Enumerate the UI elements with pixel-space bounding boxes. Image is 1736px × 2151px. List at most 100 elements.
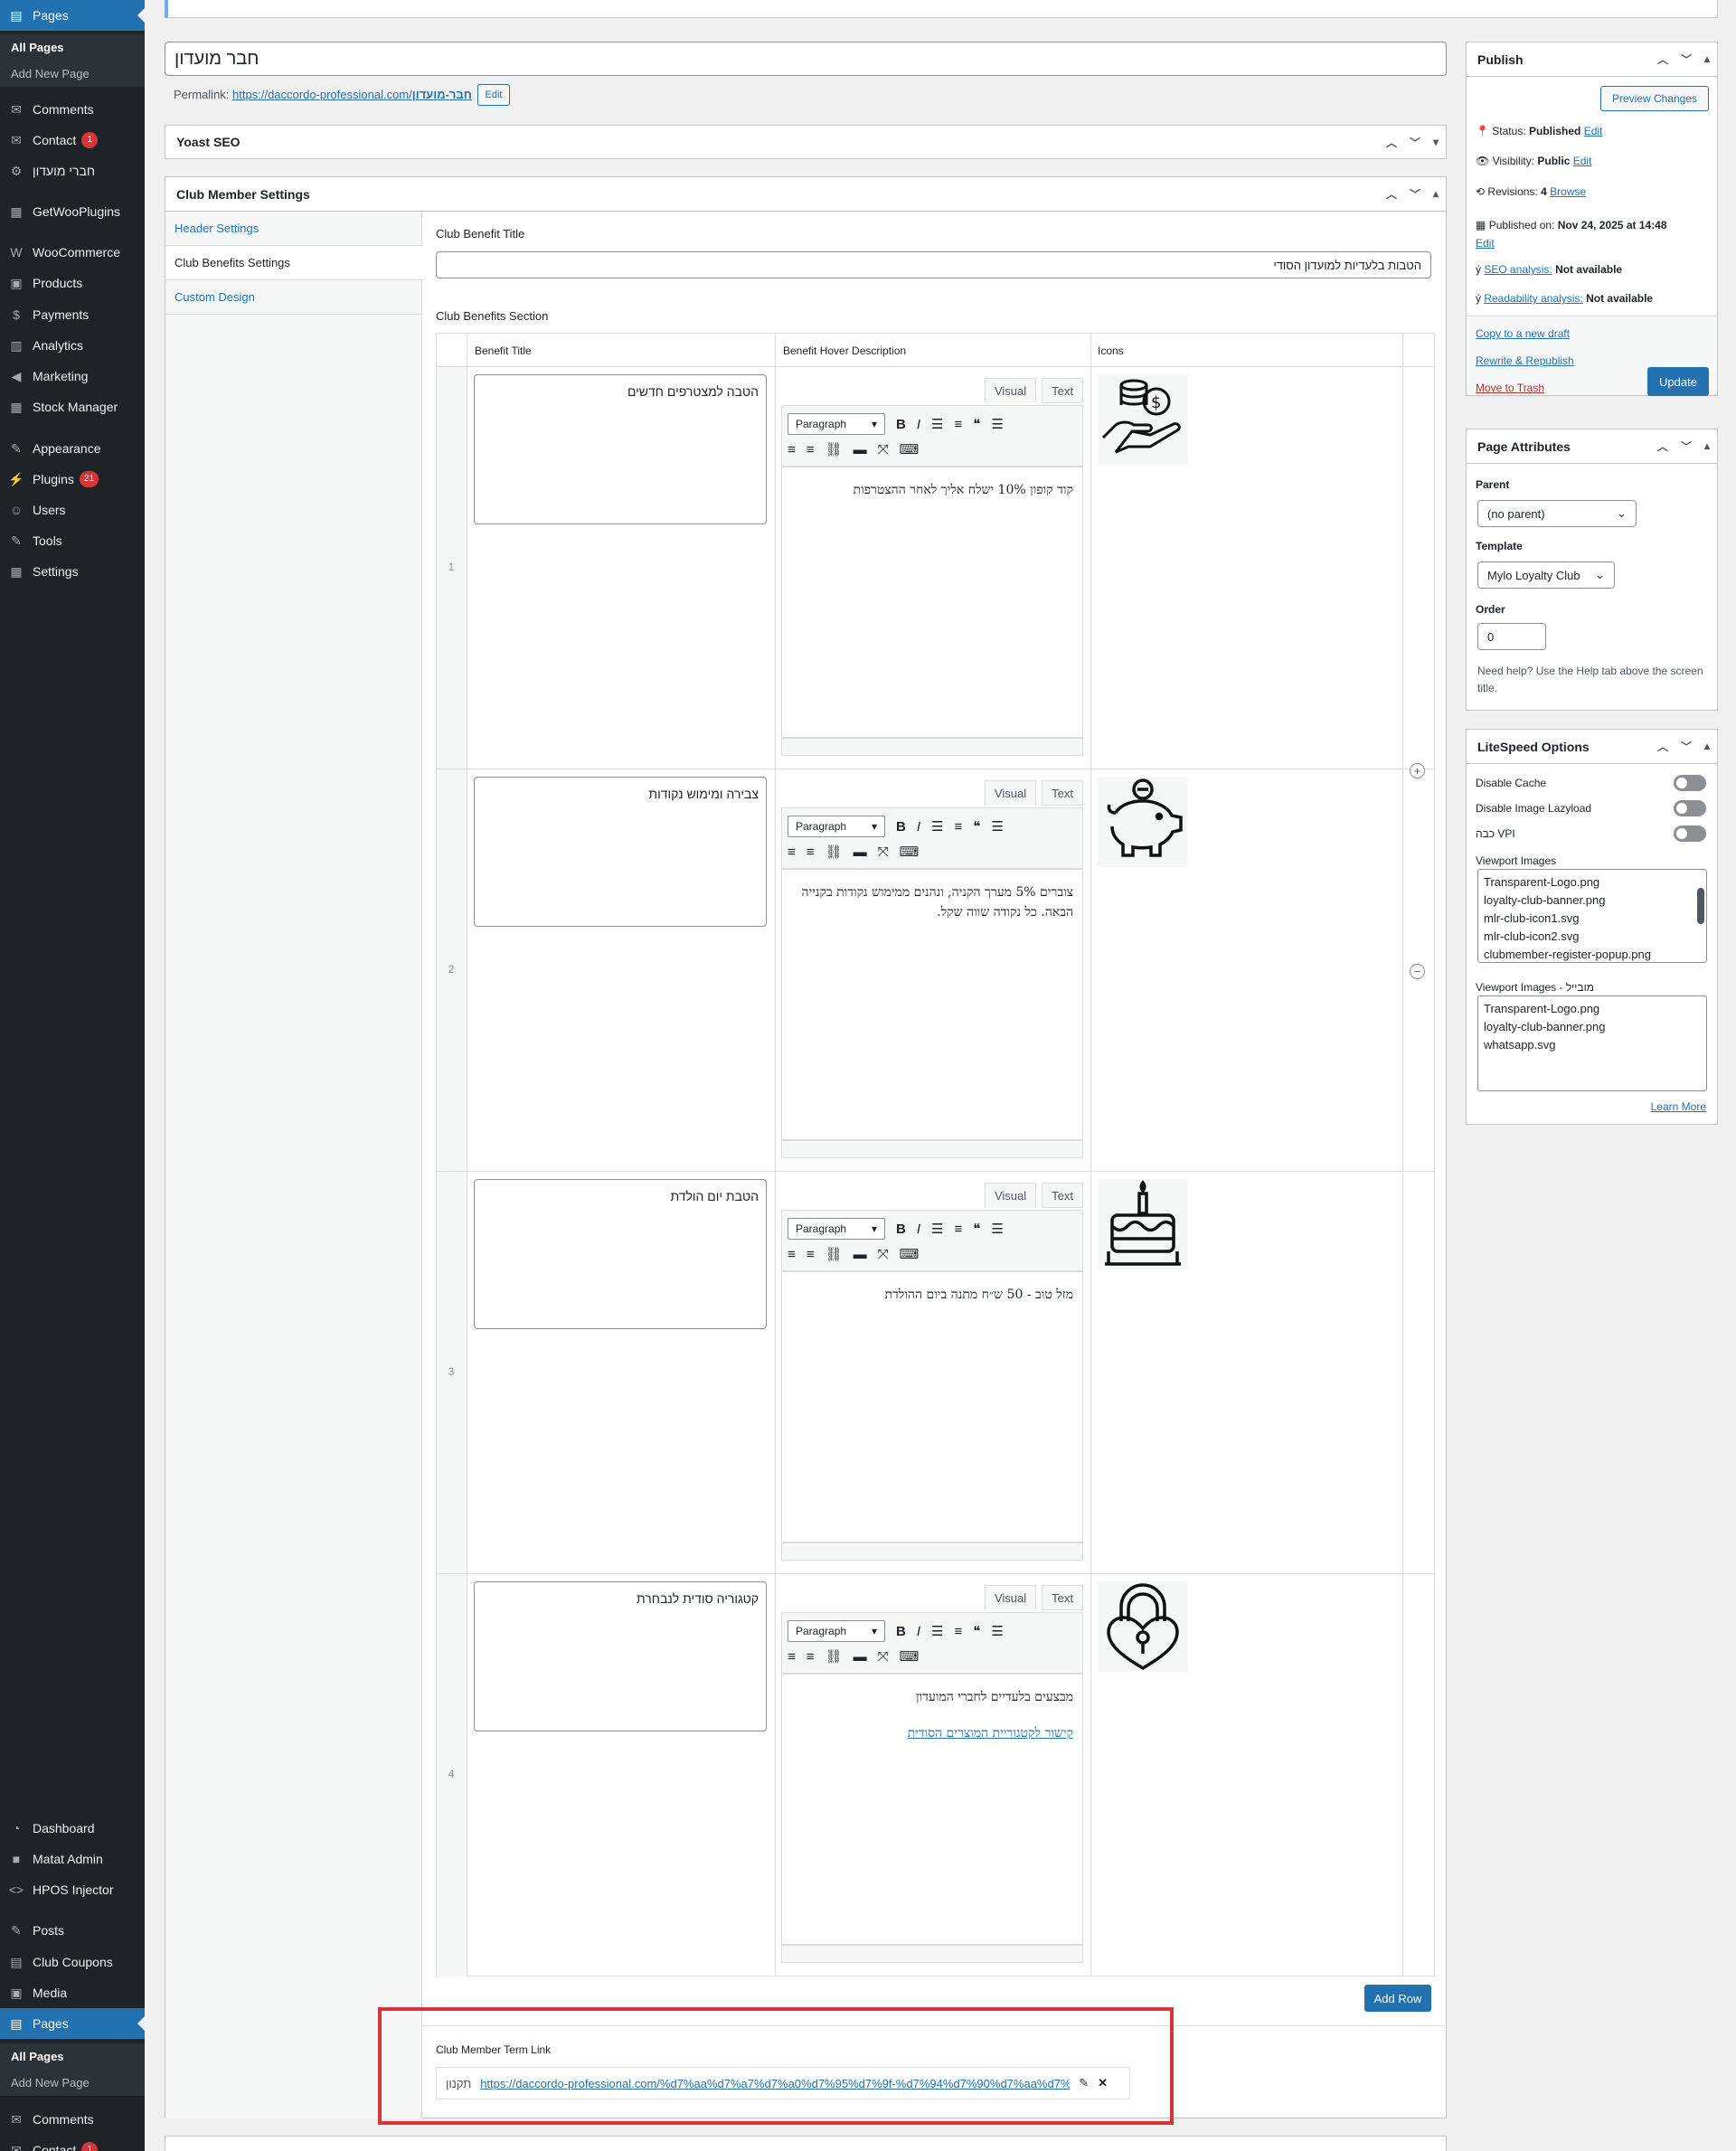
quote-icon[interactable]: ❝ xyxy=(973,818,980,835)
fullscreen-icon[interactable]: ⤧ xyxy=(878,844,889,860)
bullet-list-icon[interactable]: ☰ xyxy=(931,1221,943,1237)
move-up-icon[interactable]: ︿ xyxy=(1386,186,1397,202)
tab-header-settings[interactable]: Header Settings xyxy=(165,212,421,246)
move-down-icon[interactable]: ﹀ xyxy=(1410,135,1420,150)
birthday-cake-icon[interactable] xyxy=(1098,1179,1188,1269)
move-down-icon[interactable]: ﹀ xyxy=(1410,186,1420,202)
remove-row-icon[interactable]: − xyxy=(1410,964,1425,979)
read-more-icon[interactable]: ▬ xyxy=(854,1247,867,1262)
menu-hpos-injector[interactable]: <> HPOS Injector xyxy=(0,1874,145,1905)
menu-comments-bottom[interactable]: ✉ Comments xyxy=(0,2104,145,2135)
numbered-list-icon[interactable]: ≡ xyxy=(954,819,962,835)
bold-icon[interactable]: B xyxy=(896,417,906,432)
align-left-icon[interactable]: ☰ xyxy=(991,416,1003,432)
keyboard-icon[interactable]: ⌨ xyxy=(900,844,920,860)
fullscreen-icon[interactable]: ⤧ xyxy=(878,442,889,458)
benefit-title-textarea[interactable]: צבירה ומימוש נקודות xyxy=(474,777,767,927)
bold-icon[interactable]: B xyxy=(896,1222,906,1237)
text-tab[interactable]: Text xyxy=(1042,378,1083,403)
heart-lock-icon[interactable] xyxy=(1098,1581,1188,1672)
format-select[interactable]: Paragraph ▾ xyxy=(788,413,885,435)
move-to-trash-link[interactable]: Move to Trash xyxy=(1476,382,1544,394)
visual-tab[interactable]: Visual xyxy=(984,1183,1037,1208)
link-icon[interactable]: ⛓ xyxy=(826,1246,843,1262)
bold-icon[interactable]: B xyxy=(896,1624,906,1639)
visual-tab[interactable]: Visual xyxy=(984,780,1037,806)
move-down-icon[interactable]: ﹀ xyxy=(1681,52,1692,67)
menu-club-members[interactable]: ⚙ חברי מועדון xyxy=(0,156,145,186)
align-right-icon[interactable]: ≡ xyxy=(807,1649,815,1665)
menu-matat-admin[interactable]: ■ Matat Admin xyxy=(0,1844,145,1874)
benefit-title-textarea[interactable]: הטבת יום הולדת xyxy=(474,1179,767,1329)
numbered-list-icon[interactable]: ≡ xyxy=(954,1624,962,1639)
text-tab[interactable]: Text xyxy=(1042,1585,1083,1610)
link-icon[interactable]: ⛓ xyxy=(826,1648,843,1665)
align-left-icon[interactable]: ☰ xyxy=(991,1623,1003,1639)
submenu-add-new-page[interactable]: Add New Page xyxy=(0,2070,145,2096)
menu-getwooplugins[interactable]: ▦ GetWooPlugins xyxy=(0,196,145,227)
toggle-icon[interactable]: ▴ xyxy=(1433,187,1439,200)
align-center-icon[interactable]: ≡ xyxy=(788,1247,796,1262)
copy-draft-link[interactable]: Copy to a new draft xyxy=(1476,327,1570,340)
menu-contact[interactable]: ✉ Contact 1 xyxy=(0,125,145,156)
club-benefit-title-input[interactable]: הטבות בלעדיות למועדון הסודי xyxy=(436,251,1431,278)
move-up-icon[interactable]: ︿ xyxy=(1657,739,1668,754)
toggle-icon[interactable]: ▴ xyxy=(1704,740,1710,752)
menu-appearance[interactable]: ✎ Appearance xyxy=(0,433,145,464)
format-select[interactable]: Paragraph ▾ xyxy=(788,1620,885,1642)
align-center-icon[interactable]: ≡ xyxy=(788,442,796,458)
submenu-add-new-page[interactable]: Add New Page xyxy=(0,61,145,87)
align-right-icon[interactable]: ≡ xyxy=(807,1247,815,1262)
menu-contact-bottom[interactable]: ✉ Contact 1 xyxy=(0,2135,145,2151)
read-more-icon[interactable]: ▬ xyxy=(854,844,867,860)
browse-revisions-link[interactable]: Browse xyxy=(1550,185,1586,198)
visual-tab[interactable]: Visual xyxy=(984,1585,1037,1610)
link-icon[interactable]: ⛓ xyxy=(826,844,843,860)
learn-more-link[interactable]: Learn More xyxy=(1651,1100,1706,1113)
text-tab[interactable]: Text xyxy=(1042,780,1083,806)
menu-payments[interactable]: $ Payments xyxy=(0,299,145,330)
post-title-input[interactable]: חבר מועדון xyxy=(165,42,1447,76)
hand-coins-icon[interactable]: $ xyxy=(1098,374,1188,465)
secret-category-link[interactable]: קישור לקטגוריית המוצרים הסודית xyxy=(791,1723,1073,1743)
vpi-toggle[interactable] xyxy=(1674,825,1706,842)
menu-club-coupons[interactable]: ▤ Club Coupons xyxy=(0,1947,145,1977)
benefit-title-textarea[interactable]: הטבה למצטרפים חדשים xyxy=(474,374,767,524)
permalink-link[interactable]: https://daccordo-professional.com/חבר-מו… xyxy=(232,88,472,101)
fullscreen-icon[interactable]: ⤧ xyxy=(878,1649,889,1665)
align-right-icon[interactable]: ≡ xyxy=(807,844,815,860)
move-down-icon[interactable]: ﹀ xyxy=(1681,739,1692,754)
italic-icon[interactable]: I xyxy=(917,417,920,432)
format-select[interactable]: Paragraph ▾ xyxy=(788,1218,885,1240)
editor-body[interactable]: קוד קופון 10% ישלח אליך לאחר ההצטרפות xyxy=(781,467,1083,738)
submenu-all-pages[interactable]: All Pages xyxy=(0,2043,145,2070)
align-left-icon[interactable]: ☰ xyxy=(991,818,1003,835)
menu-pages-bottom[interactable]: ▤ Pages xyxy=(0,2008,145,2039)
menu-marketing[interactable]: ◀ Marketing xyxy=(0,361,145,392)
toggle-icon[interactable]: ▴ xyxy=(1704,52,1710,65)
numbered-list-icon[interactable]: ≡ xyxy=(954,417,962,432)
viewport-mobile-textarea[interactable]: Transparent-Logo.png loyalty-club-banner… xyxy=(1477,995,1707,1091)
rewrite-republish-link[interactable]: Rewrite & Republish xyxy=(1476,354,1574,367)
quote-icon[interactable]: ❝ xyxy=(973,416,980,432)
bullet-list-icon[interactable]: ☰ xyxy=(931,416,943,432)
toggle-icon[interactable]: ▴ xyxy=(1704,439,1710,452)
menu-plugins[interactable]: ⚡ Plugins 21 xyxy=(0,464,145,495)
menu-media[interactable]: ▣ Media xyxy=(0,1977,145,2008)
published-edit-link[interactable]: Edit xyxy=(1476,237,1495,250)
permalink-edit-button[interactable]: Edit xyxy=(477,84,510,106)
keyboard-icon[interactable]: ⌨ xyxy=(900,1246,920,1262)
menu-products[interactable]: ▣ Products xyxy=(0,268,145,298)
submenu-all-pages[interactable]: All Pages xyxy=(0,34,145,61)
order-input[interactable]: 0 xyxy=(1477,623,1546,650)
template-select[interactable]: Mylo Loyalty Club ⌄ xyxy=(1477,561,1615,589)
read-more-icon[interactable]: ▬ xyxy=(854,442,867,458)
move-up-icon[interactable]: ︿ xyxy=(1657,52,1668,67)
move-up-icon[interactable]: ︿ xyxy=(1657,439,1668,454)
align-left-icon[interactable]: ☰ xyxy=(991,1221,1003,1237)
numbered-list-icon[interactable]: ≡ xyxy=(954,1222,962,1237)
text-tab[interactable]: Text xyxy=(1042,1183,1083,1208)
keyboard-icon[interactable]: ⌨ xyxy=(900,1648,920,1665)
benefit-title-textarea[interactable]: קטגוריה סודית לנבחרת xyxy=(474,1581,767,1731)
toggle-icon[interactable]: ▾ xyxy=(1433,136,1439,148)
